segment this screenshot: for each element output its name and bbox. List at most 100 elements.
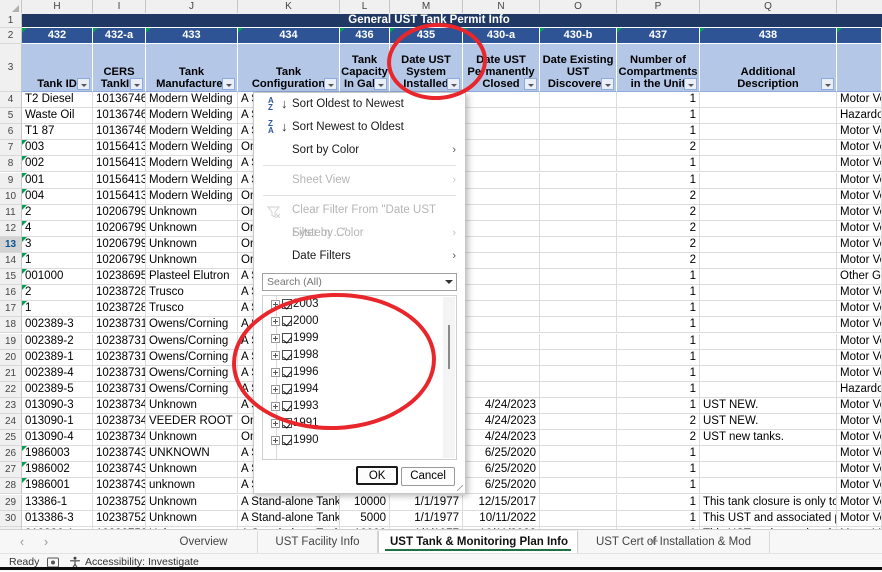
- row-header-18[interactable]: 18: [0, 317, 22, 333]
- cell-closed-row10[interactable]: [463, 189, 540, 205]
- cell-addl-row24[interactable]: UST NEW.: [700, 414, 837, 430]
- cell-next-row24[interactable]: Motor Ve: [837, 414, 882, 430]
- cancel-button[interactable]: Cancel: [401, 467, 455, 486]
- cell-next-row9[interactable]: Motor Ve: [837, 173, 882, 189]
- cell-discovered-row14[interactable]: [540, 253, 617, 269]
- cell-tank_id-row25[interactable]: 013090-4: [22, 430, 93, 446]
- cell-next-row12[interactable]: Motor Ve: [837, 221, 882, 237]
- cell-compartments-row13[interactable]: 2: [617, 237, 700, 253]
- sheet-tab-overview[interactable]: Overview: [150, 531, 258, 553]
- cell-closed-row16[interactable]: [463, 285, 540, 301]
- cell-closed-row27[interactable]: 6/25/2020: [463, 462, 540, 478]
- resize-grip[interactable]: [457, 485, 463, 491]
- cell-compartments-row21[interactable]: 1: [617, 366, 700, 382]
- cell-next-row14[interactable]: Motor Ve: [837, 253, 882, 269]
- cell-discovered-row24[interactable]: [540, 414, 617, 430]
- cell-cers-row8[interactable]: 10156413-0: [93, 156, 146, 172]
- cell-next-row26[interactable]: Motor Ve: [837, 446, 882, 462]
- cell-tank_id-row24[interactable]: 013090-1: [22, 414, 93, 430]
- checkbox-checked-icon[interactable]: [282, 367, 292, 377]
- cell-next-row4[interactable]: Motor Ve: [837, 92, 882, 108]
- row-header-2[interactable]: 2: [0, 28, 22, 44]
- column-header-l[interactable]: L: [340, 0, 390, 13]
- cell-tank_id-row30[interactable]: 013386-3: [22, 511, 93, 527]
- cell-addl-row23[interactable]: UST NEW.: [700, 398, 837, 414]
- cell-closed-row13[interactable]: [463, 237, 540, 253]
- cell-tank_id-row7[interactable]: 003: [22, 140, 93, 156]
- cell-mfr-row4[interactable]: Modern Welding: [146, 92, 238, 108]
- cell-addl-row21[interactable]: [700, 366, 837, 382]
- row-header-26[interactable]: 26: [0, 446, 22, 462]
- cell-tank_id-row22[interactable]: 002389-5: [22, 382, 93, 398]
- cell-next-row15[interactable]: Other Ge: [837, 269, 882, 285]
- row-header-3[interactable]: 3: [0, 44, 22, 92]
- cell-cers-row12[interactable]: 10206799-0: [93, 221, 146, 237]
- cell-compartments-row7[interactable]: 2: [617, 140, 700, 156]
- cell-closed-row17[interactable]: [463, 301, 540, 317]
- cell-cers-row30[interactable]: 10238752-0: [93, 511, 146, 527]
- column-header-k[interactable]: K: [238, 0, 340, 13]
- filter-search-input[interactable]: [262, 273, 457, 291]
- cell-addl-row15[interactable]: [700, 269, 837, 285]
- column-header-q[interactable]: Q: [700, 0, 837, 13]
- row-header-8[interactable]: 8: [0, 156, 22, 172]
- expand-plus-icon[interactable]: [271, 334, 280, 343]
- row-header-14[interactable]: 14: [0, 253, 22, 269]
- column-header-m[interactable]: M: [390, 0, 463, 13]
- cell-addl-row8[interactable]: [700, 156, 837, 172]
- cell-cers-row4[interactable]: 10136746-0: [93, 92, 146, 108]
- cell-mfr-row10[interactable]: Modern Welding: [146, 189, 238, 205]
- cell-mfr-row18[interactable]: Owens/Corning: [146, 317, 238, 333]
- add-sheet-button[interactable]: +: [645, 533, 663, 551]
- cell-mfr-row17[interactable]: Trusco: [146, 301, 238, 317]
- cell-discovered-row4[interactable]: [540, 92, 617, 108]
- cell-tank_id-row13[interactable]: 3: [22, 237, 93, 253]
- cell-discovered-row28[interactable]: [540, 478, 617, 494]
- filter-button-1[interactable]: [130, 78, 143, 90]
- column-header-p[interactable]: P: [617, 0, 700, 13]
- cell-tank_id-row29[interactable]: 13386-1: [22, 495, 93, 511]
- row-header-20[interactable]: 20: [0, 350, 22, 366]
- cell-compartments-row19[interactable]: 1: [617, 334, 700, 350]
- cell-discovered-row13[interactable]: [540, 237, 617, 253]
- checkbox-checked-icon[interactable]: [282, 350, 292, 360]
- cell-closed-row19[interactable]: [463, 334, 540, 350]
- cell-addl-row17[interactable]: [700, 301, 837, 317]
- cell-mfr-row13[interactable]: Unknown: [146, 237, 238, 253]
- cell-discovered-row9[interactable]: [540, 173, 617, 189]
- cell-compartments-row12[interactable]: 2: [617, 221, 700, 237]
- row-header-27[interactable]: 27: [0, 462, 22, 478]
- cell-closed-row22[interactable]: [463, 382, 540, 398]
- chevron-down-icon[interactable]: [445, 280, 453, 284]
- cell-next-row5[interactable]: Hazardou: [837, 108, 882, 124]
- cell-cers-row18[interactable]: 10238731-0: [93, 317, 146, 333]
- next-sheet-icon[interactable]: ›: [38, 534, 54, 550]
- cell-tank_id-row5[interactable]: Waste Oil: [22, 108, 93, 124]
- row-header-10[interactable]: 10: [0, 189, 22, 205]
- cell-cers-row24[interactable]: 10238734-0: [93, 414, 146, 430]
- cell-closed-row11[interactable]: [463, 205, 540, 221]
- checkbox-checked-icon[interactable]: [282, 418, 292, 428]
- cell-cers-row6[interactable]: 10136746-0: [93, 124, 146, 140]
- cell-tank_id-row19[interactable]: 002389-2: [22, 334, 93, 350]
- cell-mfr-row23[interactable]: Unknown: [146, 398, 238, 414]
- scrollbar-thumb[interactable]: [448, 325, 450, 369]
- cell-closed-row26[interactable]: 6/25/2020: [463, 446, 540, 462]
- cell-mfr-row14[interactable]: Unknown: [146, 253, 238, 269]
- cell-discovered-row15[interactable]: [540, 269, 617, 285]
- cell-cers-row5[interactable]: 10136746-0: [93, 108, 146, 124]
- cell-compartments-row30[interactable]: 1: [617, 511, 700, 527]
- row-header-16[interactable]: 16: [0, 285, 22, 301]
- filter-year-item-1999[interactable]: 1999: [263, 330, 456, 347]
- cell-tank_id-row8[interactable]: 002: [22, 156, 93, 172]
- cell-mfr-row26[interactable]: UNKNOWN: [146, 446, 238, 462]
- checkbox-checked-icon[interactable]: [282, 333, 292, 343]
- ok-button[interactable]: OK: [356, 466, 398, 485]
- cell-closed-row5[interactable]: [463, 108, 540, 124]
- cell-compartments-row9[interactable]: 1: [617, 173, 700, 189]
- cell-mfr-row19[interactable]: Owens/Corning: [146, 334, 238, 350]
- row-header-5[interactable]: 5: [0, 108, 22, 124]
- filter-button-2[interactable]: [222, 78, 235, 90]
- cell-next-row20[interactable]: Motor Ve: [837, 350, 882, 366]
- column-header-i[interactable]: I: [93, 0, 146, 13]
